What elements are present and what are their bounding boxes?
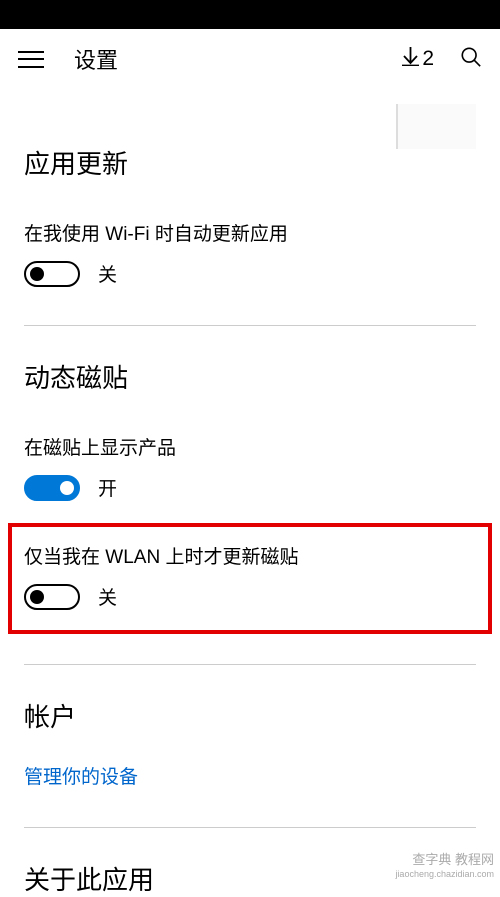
download-count: 2: [422, 47, 434, 71]
section-live-tile: 动态磁贴 在磁贴上显示产品 开 仅当我在 WLAN 上时才更新磁贴 关: [24, 358, 476, 634]
app-header: 设置 2: [0, 29, 500, 89]
divider: [24, 325, 476, 326]
section-title-app-update: 应用更新: [24, 144, 476, 181]
section-account: 帐户 管理你的设备: [24, 664, 476, 789]
watermark-line2: jiaocheng.chazidian.com: [395, 869, 494, 881]
downloads-button[interactable]: 2: [402, 47, 434, 72]
section-title-account: 帐户: [24, 697, 476, 734]
download-arrow-icon: [402, 47, 419, 72]
hamburger-menu-icon[interactable]: [18, 51, 44, 68]
watermark-line1: 查字典 教程网: [395, 852, 494, 869]
wifi-auto-update-state: 关: [98, 260, 117, 287]
page-title: 设置: [74, 43, 402, 75]
show-products-state: 开: [98, 474, 117, 501]
wifi-auto-update-toggle[interactable]: [24, 261, 80, 287]
show-products-label: 在磁贴上显示产品: [24, 433, 476, 460]
manage-devices-link[interactable]: 管理你的设备: [24, 762, 476, 789]
highlight-box: 仅当我在 WLAN 上时才更新磁贴 关: [8, 523, 492, 634]
divider: [24, 827, 476, 828]
wifi-auto-update-label: 在我使用 Wi-Fi 时自动更新应用: [24, 219, 476, 246]
search-icon[interactable]: [460, 46, 482, 73]
watermark: 查字典 教程网 jiaocheng.chazidian.com: [395, 852, 494, 881]
placeholder-graphic: [396, 104, 476, 149]
wlan-only-label: 仅当我在 WLAN 上时才更新磁贴: [24, 542, 476, 569]
section-app-update: 应用更新 在我使用 Wi-Fi 时自动更新应用 关: [24, 144, 476, 287]
status-bar: [0, 0, 500, 29]
show-products-toggle[interactable]: [24, 475, 80, 501]
divider: [24, 664, 476, 665]
wlan-only-toggle[interactable]: [24, 584, 80, 610]
section-title-live-tile: 动态磁贴: [24, 358, 476, 395]
wlan-only-state: 关: [98, 583, 117, 610]
